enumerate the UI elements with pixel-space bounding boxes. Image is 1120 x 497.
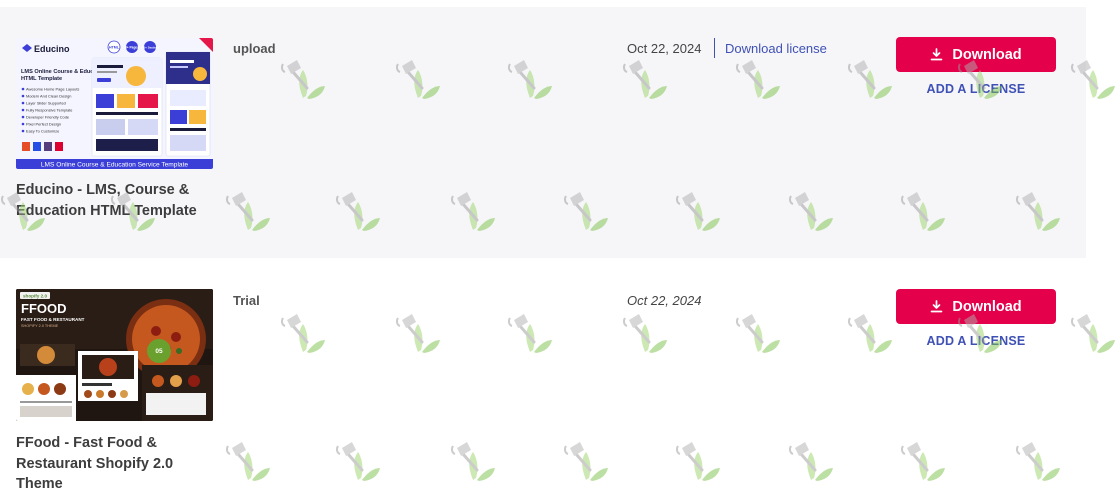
thumb-feature-1: Modern And Clean Design [26,94,71,99]
product-title-line: Restaurant Shopify 2.0 [16,455,174,472]
download-license-link[interactable]: Download license [725,41,827,56]
thumb-feature-5: Pixel Perfect Design [26,122,61,127]
product-thumbnail-ffood[interactable]: shopify 2.0 FFOOD FAST FOOD & RESTAURANT… [16,289,213,421]
thumb-ffood-tag2: SHOPIFY 2.0 THEME [21,324,59,328]
divider [714,38,715,58]
product-thumbnail-educino[interactable]: Educino HTML 3+ Pages 150+ Sections LMS … [16,38,213,169]
thumb-ffood-tag1: FAST FOOD & RESTAURANT [21,317,85,322]
thumb-headline-2: HTML Template [21,76,62,82]
download-row: Educino HTML 3+ Pages 150+ Sections LMS … [0,7,1086,258]
product-title-line: FFood - Fast Food & [16,435,157,451]
thumb-badge-2: 150+ Sections [141,46,160,50]
license-type: Trial [233,293,260,308]
product-title[interactable]: FFood - Fast Food & Restaurant Shopify 2… [16,433,216,495]
thumb-feature-0: Awesome Home Page Layouts [26,87,79,92]
thumb-feature-4: Developer Friendly Code [26,115,69,120]
product-title[interactable]: Educino - LMS, Course & Education HTML T… [16,180,216,221]
thumb-ffood-brand: FFOOD [21,301,67,316]
thumb-feature-2: Layer Slider Supported [26,101,66,106]
ffood-preview-image: shopify 2.0 FFOOD FAST FOOD & RESTAURANT… [16,289,213,421]
download-row: shopify 2.0 FFOOD FAST FOOD & RESTAURANT… [0,270,1086,497]
educino-preview-image: Educino HTML 3+ Pages 150+ Sections LMS … [16,38,213,169]
product-title-line: Educino - LMS, Course & [16,182,190,198]
thumb-badge-0: HTML [109,46,120,50]
download-button-label: Download [952,298,1022,315]
download-icon [931,300,943,313]
thumb-ffood-sticker: 05 [155,348,163,355]
license-type: upload [233,41,276,56]
product-title-line: Theme [16,476,63,492]
thumb-brand: Educino [34,44,70,54]
thumb-feature-6: Easy To Customize [26,129,59,134]
purchase-date: Oct 22, 2024 [627,293,702,308]
thumb-badge-1: 3+ Pages [125,46,139,50]
add-license-link[interactable]: ADD A LICENSE [896,82,1056,96]
download-button[interactable]: Download [896,37,1056,72]
purchase-date: Oct 22, 2024 [627,41,702,56]
product-title-line: Education HTML Template [16,202,197,219]
thumb-feature-3: Fully Responsive Template [26,108,72,113]
thumb-footer: LMS Online Course & Education Service Te… [41,162,189,169]
download-icon [931,48,943,61]
download-button[interactable]: Download [896,289,1056,324]
thumb-shopify-badge: shopify 2.0 [23,293,47,298]
download-button-label: Download [952,46,1022,63]
add-license-link[interactable]: ADD A LICENSE [896,334,1056,348]
